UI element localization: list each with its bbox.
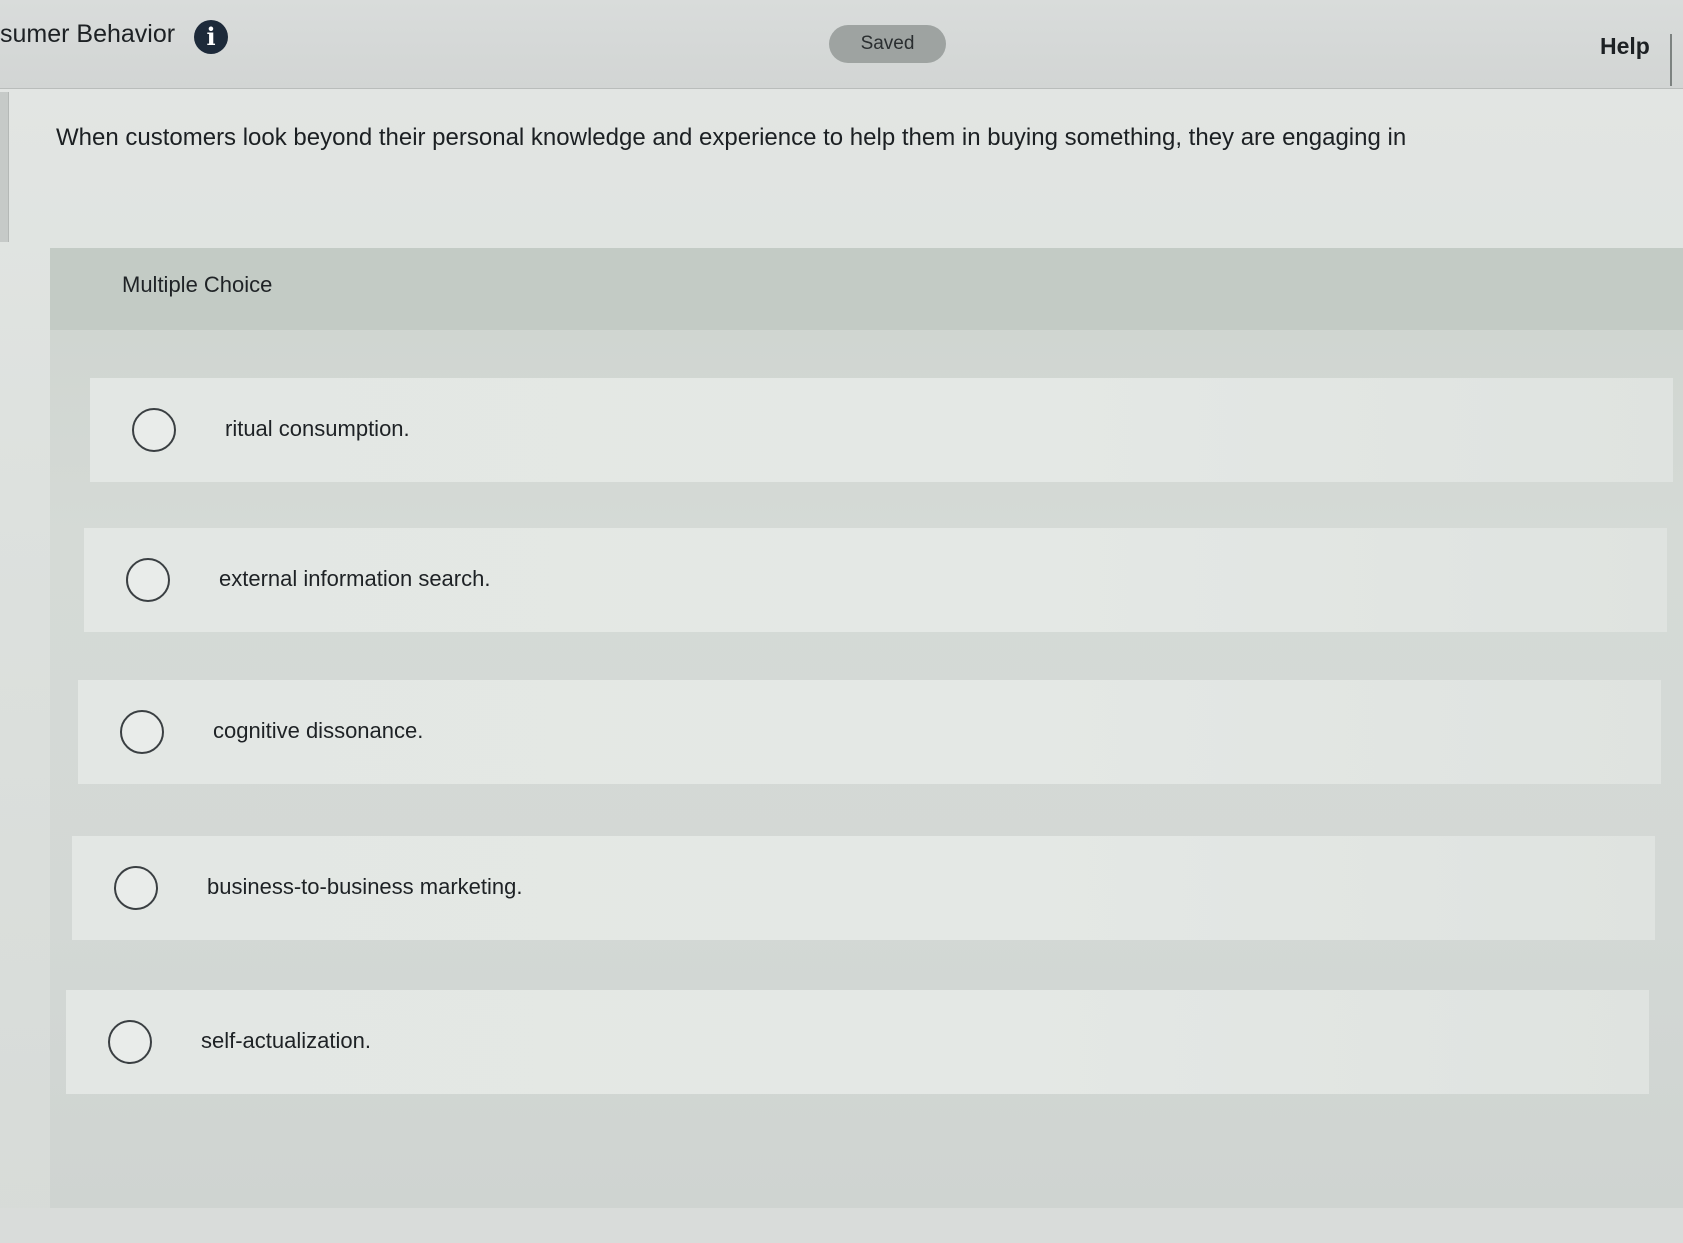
- radio-button[interactable]: [132, 408, 176, 452]
- choice-option-cognitive-dissonance[interactable]: cognitive dissonance.: [78, 680, 1661, 784]
- multiple-choice-panel: Multiple Choice ritual consumption. exte…: [50, 248, 1683, 1208]
- saved-status-badge: Saved: [829, 25, 946, 63]
- bottom-area: [0, 1208, 1683, 1243]
- radio-button[interactable]: [114, 866, 158, 910]
- choice-label[interactable]: business-to-business marketing.: [207, 874, 522, 900]
- info-icon[interactable]: i: [194, 20, 228, 54]
- header-divider: [1670, 34, 1672, 86]
- radio-button[interactable]: [120, 710, 164, 754]
- assignment-title: sumer Behavior: [0, 20, 176, 48]
- question-text: When customers look beyond their persona…: [56, 124, 1407, 151]
- help-link[interactable]: Help: [1600, 33, 1650, 60]
- choice-option-ritual-consumption[interactable]: ritual consumption.: [90, 378, 1673, 482]
- choice-option-external-information-search[interactable]: external information search.: [84, 528, 1667, 632]
- page: sumer Behavior i Saved Help When custome…: [0, 0, 1683, 1243]
- choice-label[interactable]: self-actualization.: [201, 1028, 371, 1054]
- radio-button[interactable]: [126, 558, 170, 602]
- choice-label[interactable]: ritual consumption.: [225, 416, 410, 442]
- choice-label[interactable]: external information search.: [219, 566, 490, 592]
- choice-option-business-to-business-marketing[interactable]: business-to-business marketing.: [72, 836, 1655, 940]
- radio-button[interactable]: [108, 1020, 152, 1064]
- multiple-choice-label: Multiple Choice: [122, 272, 273, 297]
- choice-option-self-actualization[interactable]: self-actualization.: [66, 990, 1649, 1094]
- multiple-choice-header: Multiple Choice: [50, 248, 1683, 330]
- top-bar: sumer Behavior i Saved Help: [0, 0, 1683, 89]
- left-edge-tab: [0, 92, 9, 242]
- choice-label[interactable]: cognitive dissonance.: [213, 718, 423, 744]
